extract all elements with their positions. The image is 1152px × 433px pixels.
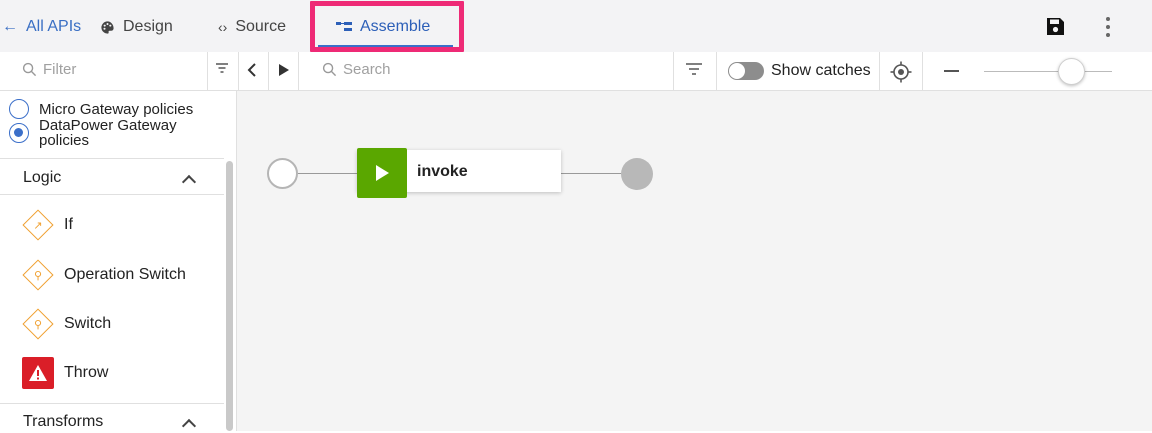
crosshair-icon [890,61,912,83]
gateway-option-datapower[interactable]: DataPower Gateway policies [9,118,189,148]
chevron-up-icon[interactable] [181,174,197,190]
top-bar: ← All APIs Design ‹› Source Assemble [0,0,1152,52]
chevron-left-icon [247,63,256,77]
palette-item-label: If [64,216,73,233]
zoom-slider[interactable] [984,71,1112,72]
divider [922,52,923,91]
divider [0,194,224,195]
assembly-canvas[interactable]: invoke [237,91,1152,431]
divider [298,52,299,91]
if-diamond-icon: ↗ [22,209,54,241]
divider [207,52,208,91]
search-icon [322,62,337,77]
policy-palette: Micro Gateway policies DataPower Gateway… [0,91,237,433]
play-button[interactable] [277,62,291,78]
recenter-button[interactable] [890,61,912,83]
save-icon[interactable] [1046,17,1065,36]
divider [879,52,880,91]
back-label: All APIs [26,18,82,35]
palette-icon [101,20,114,34]
canvas-filter-button[interactable] [685,62,703,76]
collapse-palette-button[interactable] [247,62,257,78]
tab-source-label: Source [235,18,287,35]
palette-item-label: Operation Switch [64,266,186,283]
palette-item-label: Throw [64,364,109,381]
search-placeholder: Search [343,61,391,78]
gateway-option-label: DataPower Gateway policies [39,117,177,149]
radio-button[interactable] [9,99,29,119]
filter-lines-icon [686,63,702,75]
invoke-play-icon [357,148,407,198]
toggle-knob [729,63,745,79]
tab-design-label: Design [123,18,173,35]
flow-connector [561,173,621,174]
filter-placeholder: Filter [43,61,77,78]
gateway-option-micro[interactable]: Micro Gateway policies [9,99,193,119]
invoke-node-label: invoke [417,163,468,180]
zoom-slider-thumb[interactable] [1058,58,1085,85]
highlight-annotation [310,1,464,52]
palette-item-operation-switch[interactable]: ⚲ Operation Switch [22,259,186,291]
switch-diamond-icon: ⚲ [22,308,54,340]
divider [716,52,717,91]
palette-item-label: Switch [64,315,112,332]
code-icon: ‹› [218,19,228,35]
divider [268,52,269,91]
flow-connector [298,173,357,174]
search-icon [22,62,37,77]
palette-item-if[interactable]: ↗ If [22,209,73,241]
gateway-option-label: Micro Gateway policies [39,101,194,118]
back-arrow-icon: ← [2,18,18,35]
filter-input[interactable]: Filter [22,61,76,78]
flow-start-node[interactable] [267,158,298,189]
radio-button-selected[interactable] [9,123,29,143]
divider [238,52,239,91]
back-to-all-apis-link[interactable]: ← All APIs [2,18,81,36]
section-header-logic[interactable]: Logic [23,169,61,187]
search-input[interactable]: Search [322,61,391,78]
sidebar-scrollbar[interactable] [226,161,233,431]
zoom-out-button[interactable] [944,70,959,72]
show-catches-label: Show catches [771,62,871,79]
filter-options-button[interactable] [215,62,229,74]
flow-end-node[interactable] [621,158,653,190]
divider [0,403,224,404]
switch-diamond-icon: ⚲ [22,259,54,291]
warning-icon [22,357,54,389]
more-vertical-icon[interactable] [1100,15,1116,39]
filter-lines-icon [216,63,228,73]
section-header-transforms[interactable]: Transforms [23,413,103,431]
play-icon [279,64,289,76]
toolbar: Filter Search Show catches [0,52,1152,91]
divider [673,52,674,91]
show-catches-toggle[interactable] [728,62,764,80]
tab-design[interactable]: Design [100,18,173,36]
palette-item-throw[interactable]: Throw [22,357,108,389]
divider [0,158,224,159]
palette-item-switch[interactable]: ⚲ Switch [22,308,111,340]
tab-source[interactable]: ‹› Source [218,18,286,36]
invoke-policy-node[interactable]: invoke [357,148,561,198]
